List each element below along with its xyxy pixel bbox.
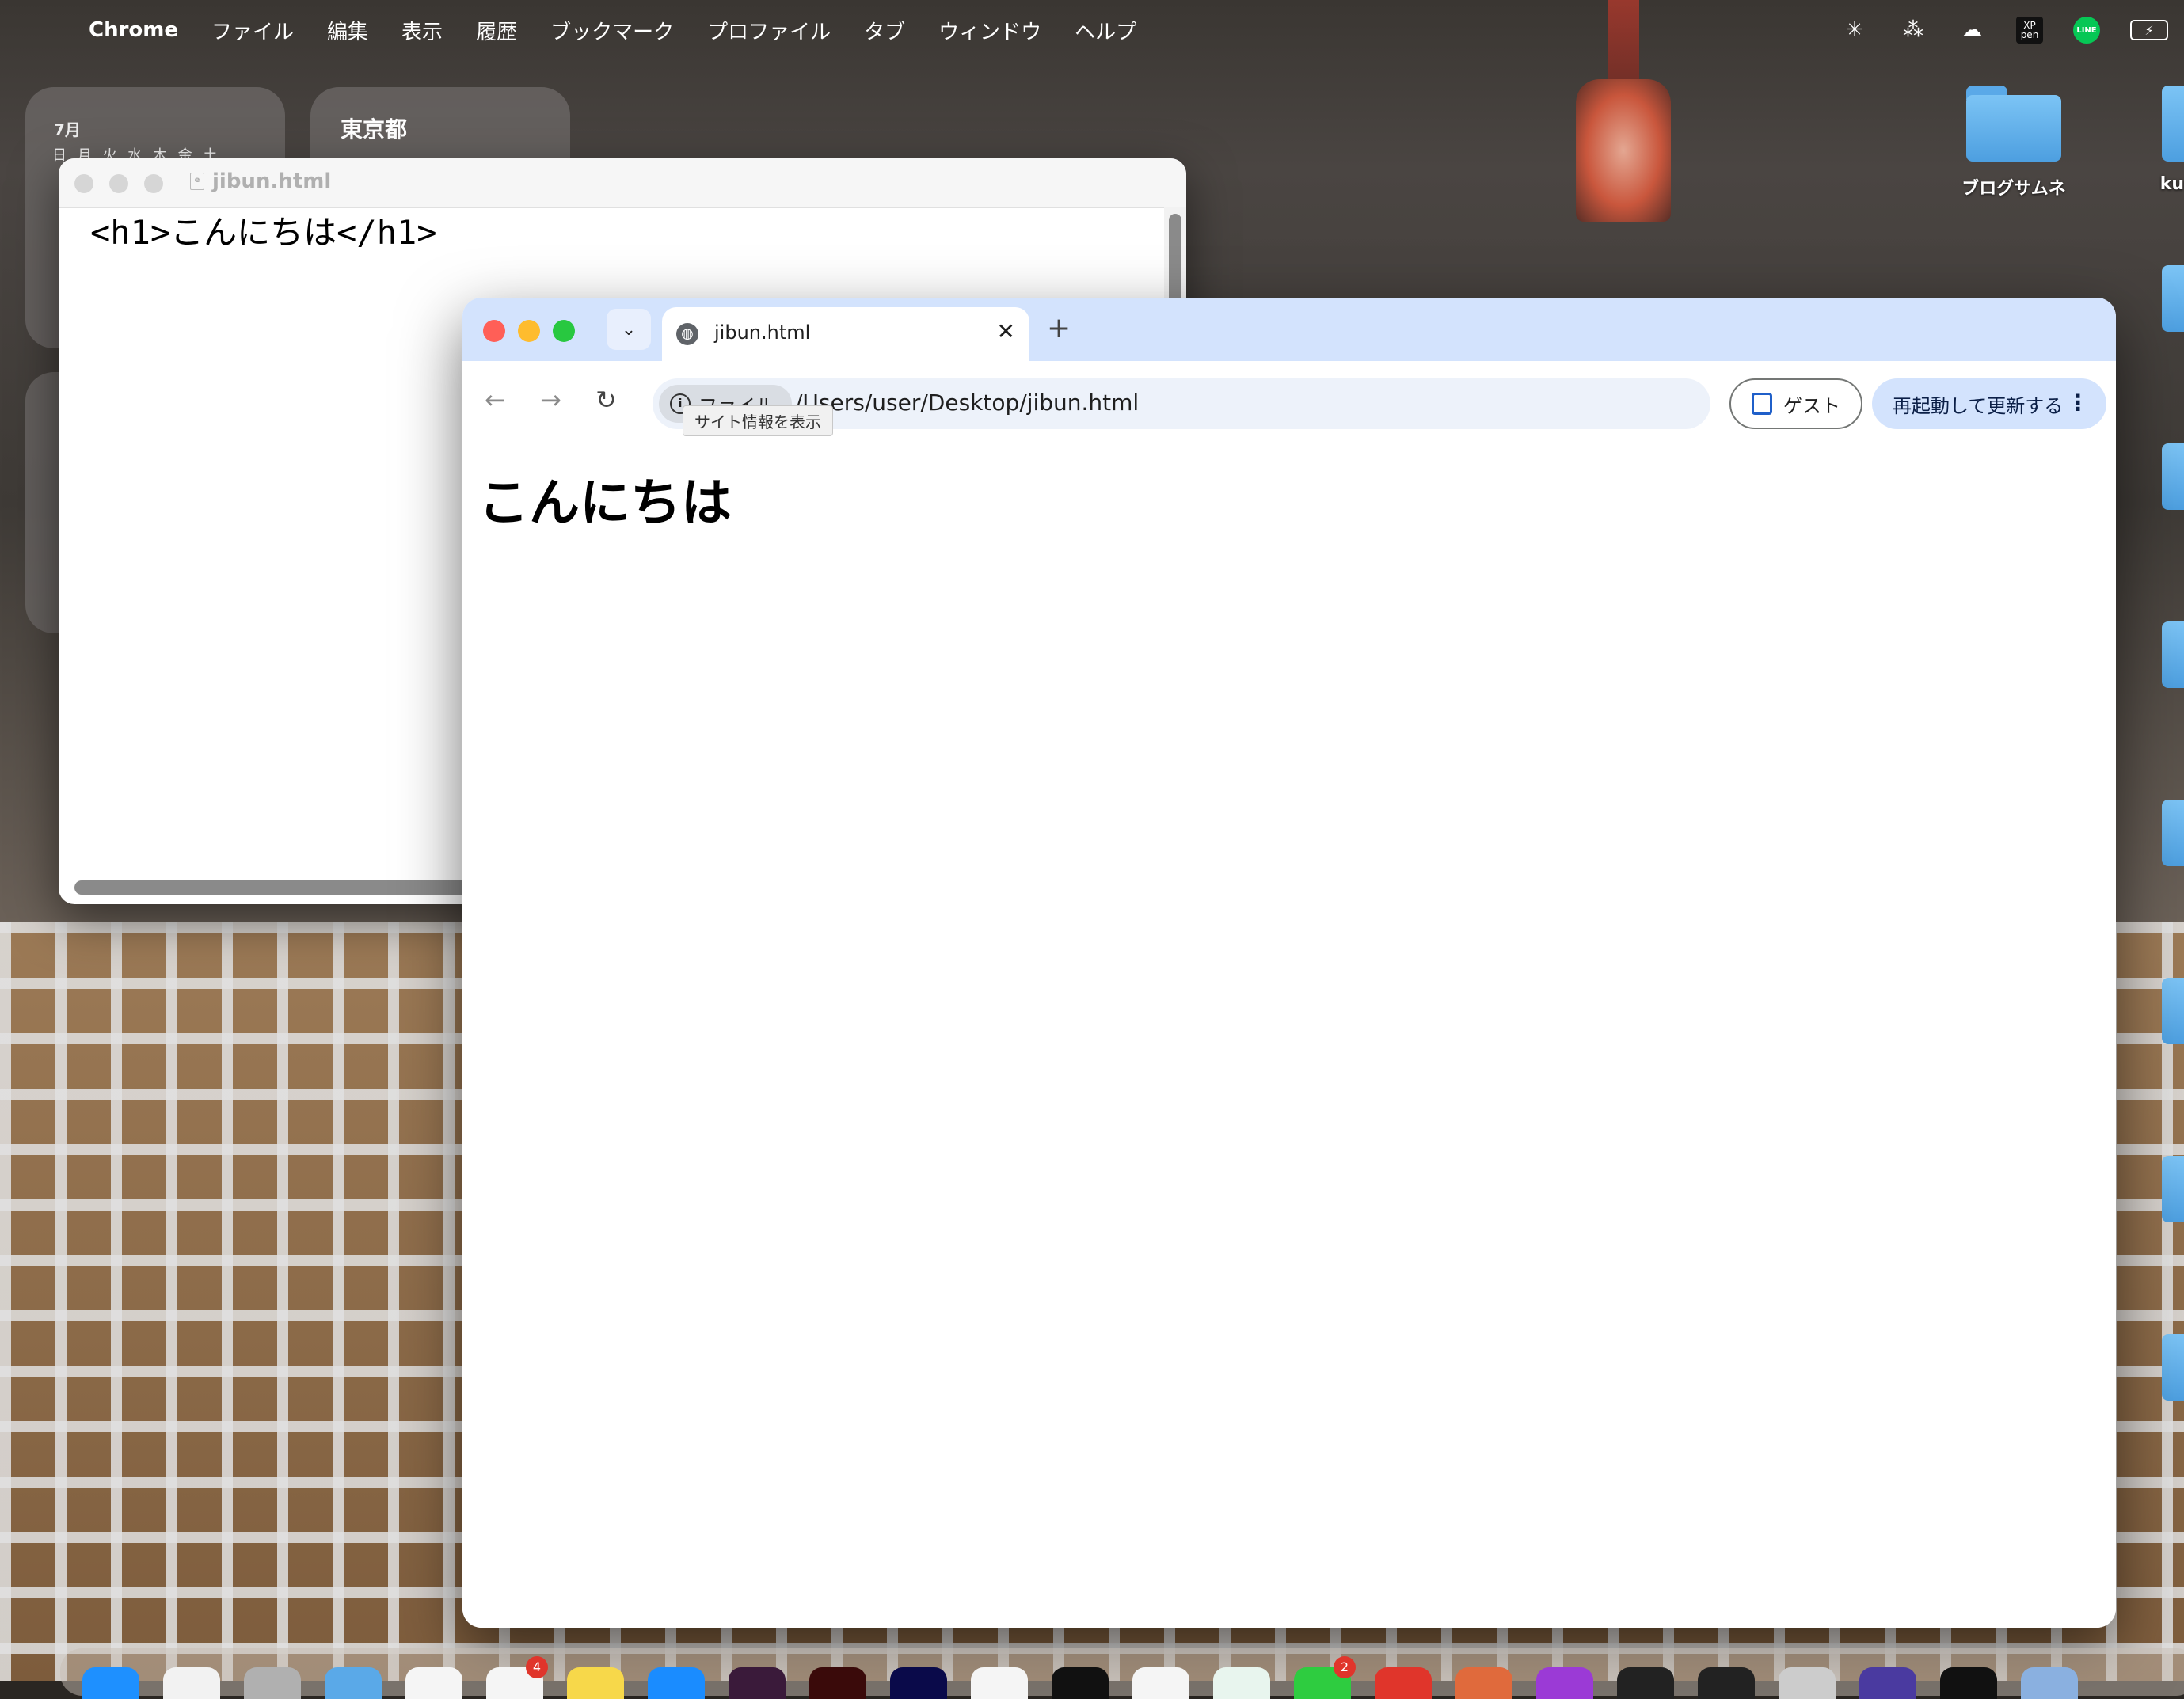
tab-jibun[interactable]: ◍ jibun.html ✕ bbox=[662, 307, 1029, 361]
menu-profiles[interactable]: プロファイル bbox=[707, 16, 831, 45]
dock-app[interactable] bbox=[405, 1667, 462, 1699]
close-button[interactable] bbox=[74, 174, 93, 193]
dock-app-finder[interactable] bbox=[82, 1667, 139, 1699]
folder-icon[interactable] bbox=[2162, 1156, 2184, 1222]
guest-profile-button[interactable]: ゲスト bbox=[1729, 378, 1862, 429]
dock: 4 2 bbox=[60, 1648, 2184, 1699]
dock-app[interactable] bbox=[1536, 1667, 1593, 1699]
menu-tab[interactable]: タブ bbox=[864, 16, 905, 45]
dock-app[interactable] bbox=[729, 1667, 786, 1699]
dock-app[interactable] bbox=[1213, 1667, 1270, 1699]
dock-app[interactable] bbox=[1132, 1667, 1189, 1699]
dock-app[interactable] bbox=[244, 1667, 301, 1699]
line-icon[interactable]: LINE bbox=[2073, 17, 2100, 44]
tab-strip: ⌄ ◍ jibun.html ✕ + bbox=[462, 298, 2116, 361]
new-tab-button[interactable]: + bbox=[1047, 312, 1071, 344]
dock-app[interactable] bbox=[1052, 1667, 1109, 1699]
dock-app[interactable] bbox=[163, 1667, 220, 1699]
zoom-button[interactable] bbox=[553, 320, 575, 342]
tab-title: jibun.html bbox=[714, 321, 811, 344]
dock-app[interactable] bbox=[890, 1667, 947, 1699]
wallpaper-lantern bbox=[1576, 79, 1671, 222]
menu-file[interactable]: ファイル bbox=[211, 16, 294, 45]
chrome-window-controls bbox=[483, 320, 575, 342]
desktop-folder-label: ブログサムネ bbox=[1961, 179, 2066, 199]
dock-app-chrome[interactable] bbox=[971, 1667, 1028, 1699]
folder-icon[interactable] bbox=[2162, 265, 2184, 332]
minimize-button[interactable] bbox=[109, 174, 128, 193]
folder-icon[interactable] bbox=[2162, 1334, 2184, 1401]
editor-vertical-scrollbar[interactable] bbox=[1169, 214, 1181, 309]
folder-icon[interactable] bbox=[2162, 621, 2184, 688]
dock-app[interactable] bbox=[325, 1667, 382, 1699]
guest-label: ゲスト bbox=[1783, 394, 1840, 417]
close-button[interactable] bbox=[483, 320, 505, 342]
dock-app[interactable] bbox=[1940, 1667, 1997, 1699]
notification-badge: 4 bbox=[526, 1656, 548, 1678]
document-icon: e bbox=[190, 173, 204, 190]
profile-icon bbox=[1752, 393, 1772, 415]
menu-edit[interactable]: 編集 bbox=[327, 16, 368, 45]
dock-app-messages[interactable]: 2 bbox=[1294, 1656, 1356, 1699]
dock-app[interactable] bbox=[648, 1667, 705, 1699]
dock-app[interactable] bbox=[1779, 1667, 1836, 1699]
dock-app[interactable] bbox=[809, 1667, 866, 1699]
tab-search-button[interactable]: ⌄ bbox=[607, 309, 651, 350]
page-heading: こんにちは bbox=[478, 474, 732, 533]
more-menu-icon[interactable]: ⋮ bbox=[2067, 390, 2089, 416]
dock-app[interactable] bbox=[2021, 1667, 2078, 1699]
desktop-folder-blog-thumbnail[interactable]: ブログサムネ bbox=[1946, 86, 2081, 200]
back-arrow-icon[interactable]: ← bbox=[485, 385, 506, 415]
menu-bookmarks[interactable]: ブックマーク bbox=[550, 16, 674, 45]
site-info-tooltip: サイト情報を表示 bbox=[683, 405, 833, 436]
desktop-folder-ku[interactable]: ku bbox=[2130, 86, 2184, 194]
folder-icon[interactable] bbox=[2162, 978, 2184, 1044]
dock-app[interactable] bbox=[1859, 1667, 1916, 1699]
folder-icon bbox=[2162, 86, 2184, 162]
figma-icon[interactable]: ⁂ bbox=[1899, 17, 1927, 43]
reload-icon[interactable]: ↻ bbox=[595, 385, 617, 415]
dock-app[interactable] bbox=[1455, 1667, 1512, 1699]
editor-text-content[interactable]: <h1>こんにちは</h1> bbox=[90, 206, 437, 254]
dock-app-notes[interactable] bbox=[567, 1667, 624, 1699]
calendar-month: 7月 bbox=[54, 120, 81, 139]
chrome-window[interactable]: ⌄ ◍ jibun.html ✕ + ← → ↻ i ファイル /Users/u… bbox=[462, 298, 2116, 1628]
sparkle-icon[interactable]: ✳ bbox=[1840, 17, 1869, 43]
dock-app[interactable] bbox=[1375, 1667, 1432, 1699]
status-menus: ✳ ⁂ ☁ XP pen LINE ⚡ bbox=[1840, 0, 2168, 60]
globe-icon: ◍ bbox=[676, 323, 698, 345]
editor-window-controls bbox=[74, 174, 163, 193]
cloud-icon[interactable]: ☁ bbox=[1958, 17, 1986, 43]
menu-window[interactable]: ウィンドウ bbox=[938, 16, 1041, 45]
menu-help[interactable]: ヘルプ bbox=[1075, 16, 1136, 45]
dock-app[interactable] bbox=[1698, 1667, 1755, 1699]
restart-label: 再起動して更新する bbox=[1893, 394, 2064, 417]
dock-app[interactable] bbox=[1617, 1667, 1674, 1699]
minimize-button[interactable] bbox=[518, 320, 540, 342]
menu-view[interactable]: 表示 bbox=[401, 16, 443, 45]
menu-history[interactable]: 履歴 bbox=[476, 16, 517, 45]
dock-app-mail[interactable]: 4 bbox=[486, 1656, 548, 1699]
battery-icon[interactable]: ⚡ bbox=[2130, 20, 2168, 40]
notification-badge: 2 bbox=[1334, 1656, 1356, 1678]
menu-app-name[interactable]: Chrome bbox=[89, 18, 178, 42]
desktop-folder-label: ku bbox=[2159, 174, 2184, 194]
page-content: こんにちは bbox=[462, 448, 2116, 1628]
url-text[interactable]: /Users/user/Desktop/jibun.html bbox=[795, 390, 1139, 416]
folder-icon[interactable] bbox=[2162, 443, 2184, 510]
folder-icon bbox=[1966, 86, 2061, 162]
forward-arrow-icon[interactable]: → bbox=[540, 385, 561, 415]
close-tab-icon[interactable]: ✕ bbox=[997, 318, 1015, 344]
chevron-down-icon: ⌄ bbox=[621, 319, 637, 340]
weather-city: 東京都 bbox=[341, 116, 408, 143]
editor-title-label: jibun.html bbox=[212, 169, 332, 193]
menu-bar: Chrome ファイル 編集 表示 履歴 ブックマーク プロファイル タブ ウィ… bbox=[0, 0, 2184, 60]
zoom-button[interactable] bbox=[144, 174, 163, 193]
editor-titlebar[interactable]: e jibun.html bbox=[59, 158, 1186, 208]
restart-to-update-button[interactable]: 再起動して更新する ⋮ bbox=[1872, 378, 2106, 429]
xp-pen-icon[interactable]: XP pen bbox=[2016, 17, 2043, 44]
editor-title: e jibun.html bbox=[190, 169, 331, 193]
folder-icon[interactable] bbox=[2162, 800, 2184, 866]
